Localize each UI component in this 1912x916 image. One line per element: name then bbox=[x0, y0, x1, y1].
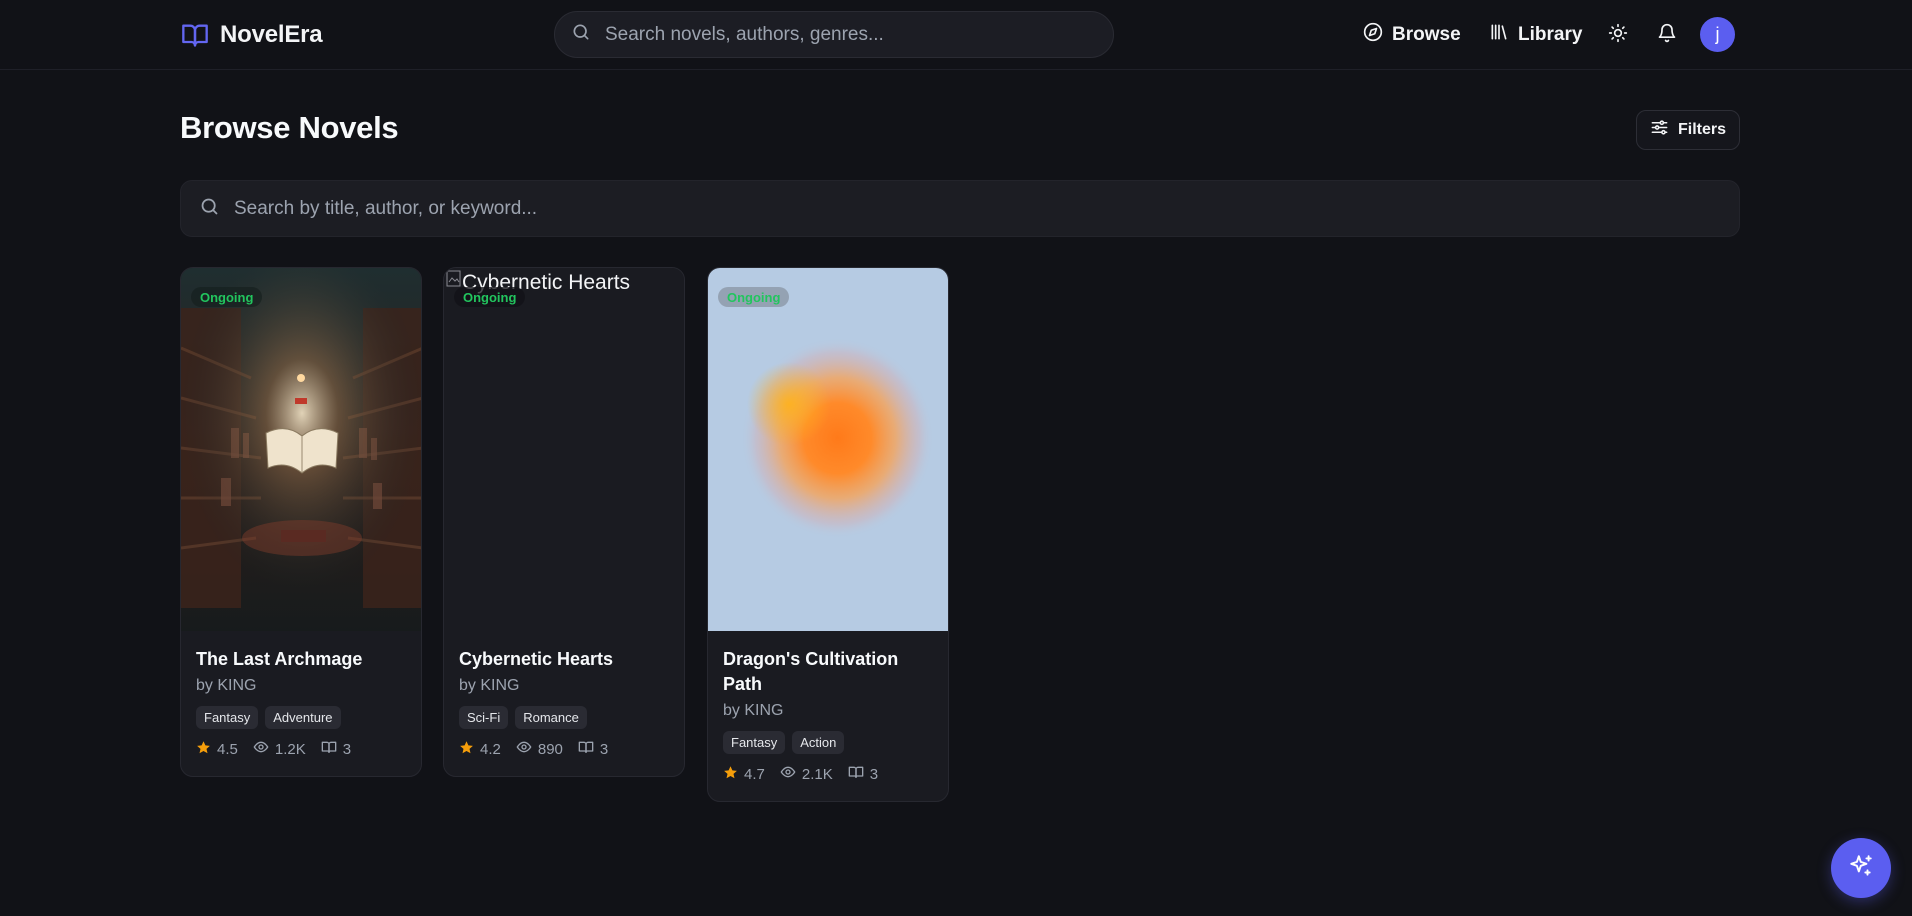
rating-value: 4.5 bbox=[217, 740, 238, 758]
filters-button[interactable]: Filters bbox=[1636, 110, 1740, 150]
novel-title[interactable]: The Last Archmage bbox=[196, 647, 406, 672]
views-value: 1.2K bbox=[274, 740, 306, 758]
genre-tag[interactable]: Romance bbox=[515, 706, 587, 729]
star-icon bbox=[459, 740, 474, 759]
notifications-button[interactable] bbox=[1654, 22, 1680, 48]
global-search-input[interactable] bbox=[605, 23, 1085, 46]
chapters-value: 3 bbox=[342, 740, 352, 758]
genre-tags: Fantasy Adventure bbox=[196, 706, 406, 729]
book-icon bbox=[848, 764, 864, 784]
novel-stats: 4.5 1.2K 3 bbox=[196, 739, 406, 776]
genre-tags: Sci-Fi Romance bbox=[459, 706, 669, 729]
novel-card[interactable]: Ongoing Dragon's Cultivation Path by KIN… bbox=[707, 267, 949, 802]
novel-stats: 4.2 890 3 bbox=[459, 739, 669, 776]
genre-tag[interactable]: Fantasy bbox=[196, 706, 259, 729]
chapters-stat: 3 bbox=[848, 764, 878, 784]
novel-card[interactable]: Cybernetic Hearts Ongoing Cybernetic Hea… bbox=[443, 267, 685, 777]
status-badge: Ongoing bbox=[191, 287, 263, 307]
book-open-icon bbox=[180, 21, 210, 49]
rating-value: 4.7 bbox=[744, 765, 765, 783]
page-title: Browse Novels bbox=[180, 110, 399, 145]
star-icon bbox=[723, 765, 738, 784]
novel-stats: 4.7 2.1K 3 bbox=[723, 764, 933, 801]
search-icon bbox=[571, 22, 591, 47]
rating-stat: 4.7 bbox=[723, 765, 765, 784]
views-stat: 2.1K bbox=[780, 764, 833, 784]
genre-tags: Fantasy Action bbox=[723, 731, 933, 754]
rating-value: 4.2 bbox=[480, 740, 501, 758]
book-icon bbox=[578, 739, 594, 759]
novel-title[interactable]: Dragon's Cultivation Path bbox=[723, 647, 933, 697]
views-stat: 1.2K bbox=[253, 739, 306, 759]
search-icon bbox=[199, 196, 220, 222]
genre-tag[interactable]: Adventure bbox=[265, 706, 341, 729]
genre-tag[interactable]: Action bbox=[792, 731, 845, 754]
sparkles-icon bbox=[1848, 853, 1874, 884]
novel-author: by KING bbox=[196, 677, 257, 694]
chapters-stat: 3 bbox=[578, 739, 608, 759]
eye-icon bbox=[780, 764, 796, 784]
bell-icon bbox=[1657, 23, 1677, 48]
chapters-value: 3 bbox=[599, 740, 609, 758]
views-stat: 890 bbox=[516, 739, 563, 759]
sliders-icon bbox=[1650, 118, 1669, 142]
nav-browse-label: Browse bbox=[1392, 24, 1461, 45]
novel-title[interactable]: Cybernetic Hearts bbox=[459, 647, 669, 672]
star-icon bbox=[196, 740, 211, 759]
status-badge: Ongoing bbox=[454, 287, 526, 307]
novel-author: by KING bbox=[459, 677, 520, 694]
library-icon bbox=[1489, 22, 1509, 48]
rating-stat: 4.5 bbox=[196, 740, 238, 759]
novel-search-input[interactable] bbox=[234, 197, 1714, 220]
eye-icon bbox=[253, 739, 269, 759]
chapters-value: 3 bbox=[869, 765, 879, 783]
novel-search-bar[interactable] bbox=[180, 180, 1740, 237]
genre-tag[interactable]: Fantasy bbox=[723, 731, 786, 754]
theme-toggle-button[interactable] bbox=[1605, 22, 1631, 48]
nav-browse[interactable]: Browse bbox=[1363, 20, 1461, 50]
genre-tag[interactable]: Sci-Fi bbox=[459, 706, 509, 729]
filters-label: Filters bbox=[1677, 121, 1726, 138]
book-icon bbox=[321, 739, 337, 759]
chapters-stat: 3 bbox=[321, 739, 351, 759]
global-search-bar[interactable] bbox=[554, 11, 1114, 58]
rating-stat: 4.2 bbox=[459, 740, 501, 759]
novel-cover-image: Ongoing bbox=[708, 268, 948, 631]
nav-library[interactable]: Library bbox=[1489, 20, 1582, 50]
ai-assistant-button[interactable] bbox=[1831, 838, 1891, 898]
eye-icon bbox=[516, 739, 532, 759]
brand-name: NovelEra bbox=[220, 21, 323, 48]
top-navigation-bar: NovelEra Browse Library j bbox=[0, 0, 1912, 70]
user-avatar[interactable]: j bbox=[1700, 17, 1735, 52]
status-badge: Ongoing bbox=[718, 287, 790, 307]
novel-cover-image: Cybernetic Hearts Ongoing bbox=[444, 268, 684, 631]
nav-library-label: Library bbox=[1518, 24, 1583, 45]
sun-icon bbox=[1608, 23, 1628, 48]
brand-logo[interactable]: NovelEra bbox=[180, 18, 323, 52]
novel-card[interactable]: Ongoing The Last Archmage by KING Fantas… bbox=[180, 267, 422, 777]
novel-cover-image: Ongoing bbox=[181, 268, 421, 631]
compass-icon bbox=[1363, 22, 1383, 48]
views-value: 890 bbox=[537, 740, 563, 758]
novel-author: by KING bbox=[723, 702, 784, 719]
views-value: 2.1K bbox=[801, 765, 833, 783]
